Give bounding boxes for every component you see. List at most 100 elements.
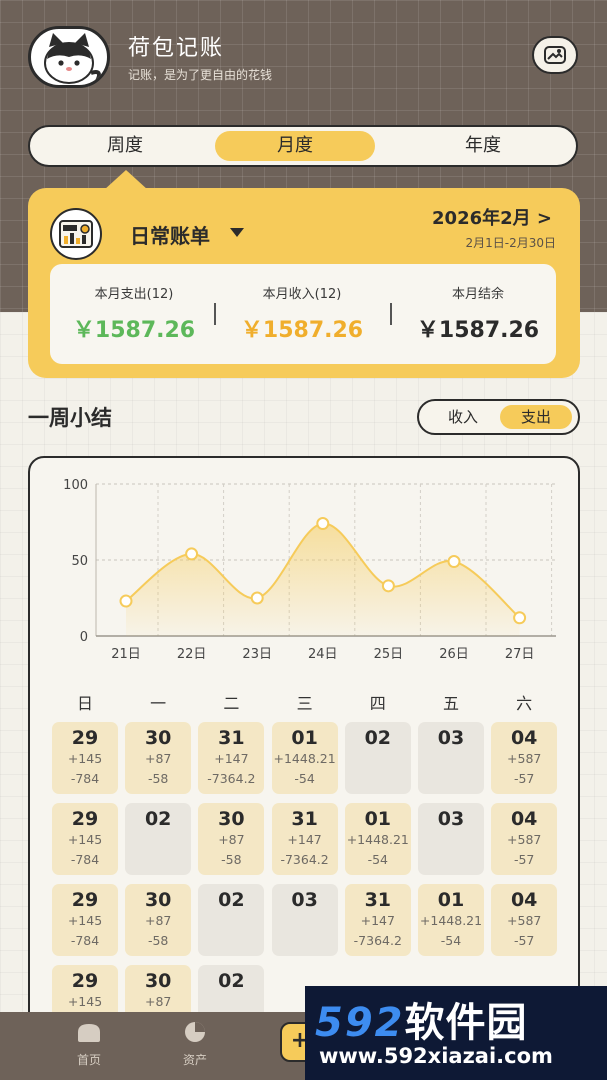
day-number: 31 <box>364 889 392 911</box>
data-point <box>119 594 133 608</box>
image-settings-icon <box>544 46 566 64</box>
month-selector[interactable]: 2026年2月 > <box>432 204 552 230</box>
data-point <box>250 591 264 605</box>
day-number: 30 <box>144 727 172 749</box>
watermark-cn: 软件园 <box>404 1000 528 1046</box>
day-expense: -58 <box>147 933 169 948</box>
day-number: 30 <box>218 808 245 830</box>
stat-balance: 本月结余 ￥1587.26 <box>394 264 562 344</box>
stats-box: 本月支出(12) ￥1587.26 本月收入(12) ￥1587.26 本月结余… <box>50 264 556 364</box>
day-income: +145 <box>67 832 103 847</box>
watermark-brand: 592软件园 <box>315 990 528 1048</box>
nav-home[interactable]: 首页 <box>54 1020 124 1068</box>
data-point <box>316 517 330 531</box>
day-income: +87 <box>144 751 172 766</box>
day-income: +145 <box>67 751 103 766</box>
stat-label: 本月支出(12) <box>94 287 174 302</box>
watermark: 592软件园 www.592xiazai.com <box>305 986 607 1080</box>
x-tick-label: 23日 <box>242 647 272 662</box>
calendar-day[interactable]: 02 <box>344 722 411 794</box>
day-number: 02 <box>144 808 172 830</box>
calendar-day[interactable]: 03 <box>418 722 484 794</box>
calendar-day[interactable]: 01 +1448.21 -54 <box>418 884 484 956</box>
calendar-day[interactable]: 04 +587 -57 <box>491 722 558 794</box>
ledger-icon-wrap[interactable] <box>50 208 102 260</box>
week-chart: 100 50 0 21日 22日 23日 24日 25日 26日 27日 <box>63 478 556 662</box>
day-number: 31 <box>218 727 245 749</box>
avatar[interactable] <box>28 26 110 88</box>
tab-week[interactable]: 周度 <box>45 131 205 161</box>
calendar-day[interactable]: 31 +147 -7364.2 <box>198 722 265 794</box>
day-income: +87 <box>144 913 172 928</box>
stat-value: ￥1587.26 <box>240 318 364 343</box>
toggle-income[interactable]: 收入 <box>427 405 499 429</box>
day-expense: -784 <box>70 933 100 948</box>
day-income: +1448.21 <box>346 832 409 847</box>
stat-label: 本月结余 <box>451 287 504 302</box>
x-tick-label: 24日 <box>308 647 338 662</box>
pie-chart-icon <box>185 1022 205 1042</box>
stat-expense: 本月支出(12) ￥1587.26 <box>50 264 218 344</box>
calendar-day[interactable]: 02 <box>198 884 265 956</box>
calendar-day[interactable]: 01 +1448.21 -54 <box>344 803 411 875</box>
day-number: 01 <box>364 808 392 830</box>
home-icon <box>78 1024 100 1042</box>
weekday-label: 四 <box>369 694 386 713</box>
calendar-day[interactable]: 31 +147 -7364.2 <box>271 803 338 875</box>
calendar-day[interactable]: 03 <box>271 884 338 956</box>
data-point <box>513 611 527 625</box>
calendar-day[interactable]: 04 +587 -57 <box>491 884 558 956</box>
calendar-day[interactable]: 02 <box>125 803 192 875</box>
day-income: +587 <box>507 751 542 766</box>
stat-label: 本月收入(12) <box>262 287 342 302</box>
theme-button[interactable] <box>532 36 578 74</box>
summary-card: 日常账单 2026年2月 > 2月1日-2月30日 本月支出(12) ￥1587… <box>28 188 580 378</box>
ledger-selector[interactable]: 日常账单 <box>130 220 210 249</box>
day-expense: -58 <box>221 852 242 867</box>
x-tick-label: 27日 <box>505 647 535 662</box>
x-tick-label: 21日 <box>111 647 141 662</box>
tab-month[interactable]: 月度 <box>215 131 375 161</box>
caret-down-icon[interactable] <box>230 228 244 237</box>
day-income: +145 <box>67 913 103 928</box>
calendar-day[interactable]: 29 +145 -784 <box>52 803 118 875</box>
day-expense: -7364.2 <box>353 933 402 948</box>
x-tick-label: 22日 <box>177 647 207 662</box>
calendar-day[interactable]: 03 <box>418 803 484 875</box>
ledger-icon <box>59 220 93 248</box>
day-number: 03 <box>437 808 465 830</box>
calendar-day[interactable]: 29 +145 -784 <box>52 722 118 794</box>
stat-value: ￥1587.26 <box>72 318 196 343</box>
day-number: 01 <box>291 727 318 749</box>
income-expense-toggle: 收入 支出 <box>417 399 580 435</box>
toggle-expense[interactable]: 支出 <box>500 405 572 429</box>
day-number: 29 <box>71 808 99 830</box>
day-expense: -54 <box>440 933 462 948</box>
divider <box>214 303 216 325</box>
watermark-url: www.592xiazai.com <box>319 1044 553 1068</box>
day-expense: -784 <box>70 852 100 867</box>
day-number: 02 <box>364 727 392 749</box>
day-expense: -7364.2 <box>207 771 256 786</box>
day-income: +147 <box>287 832 322 847</box>
day-number: 04 <box>510 727 538 749</box>
day-income: +587 <box>507 913 542 928</box>
calendar-day[interactable]: 01 +1448.21 -54 <box>271 722 338 794</box>
calendar-day[interactable]: 04 +587 -57 <box>491 803 558 875</box>
nav-assets[interactable]: 资产 <box>160 1020 230 1068</box>
day-income: +147 <box>214 751 249 766</box>
calendar-day[interactable]: 29 +145 -784 <box>52 884 118 956</box>
data-point <box>381 579 395 593</box>
calendar-day[interactable]: 31 +147 -7364.2 <box>344 884 411 956</box>
calendar-day[interactable]: 30 +87 -58 <box>125 884 192 956</box>
calendar-day[interactable]: 30 +87 -58 <box>125 722 192 794</box>
divider <box>390 303 392 325</box>
day-income: +1448.21 <box>273 751 336 766</box>
day-expense: -784 <box>70 771 100 786</box>
day-expense: -57 <box>513 771 535 786</box>
day-expense: -54 <box>367 852 388 867</box>
calendar-day[interactable]: 30 +87 -58 <box>198 803 265 875</box>
tab-year[interactable]: 年度 <box>403 131 563 161</box>
day-income: +1448.21 <box>419 913 483 928</box>
day-number: 02 <box>218 889 245 911</box>
